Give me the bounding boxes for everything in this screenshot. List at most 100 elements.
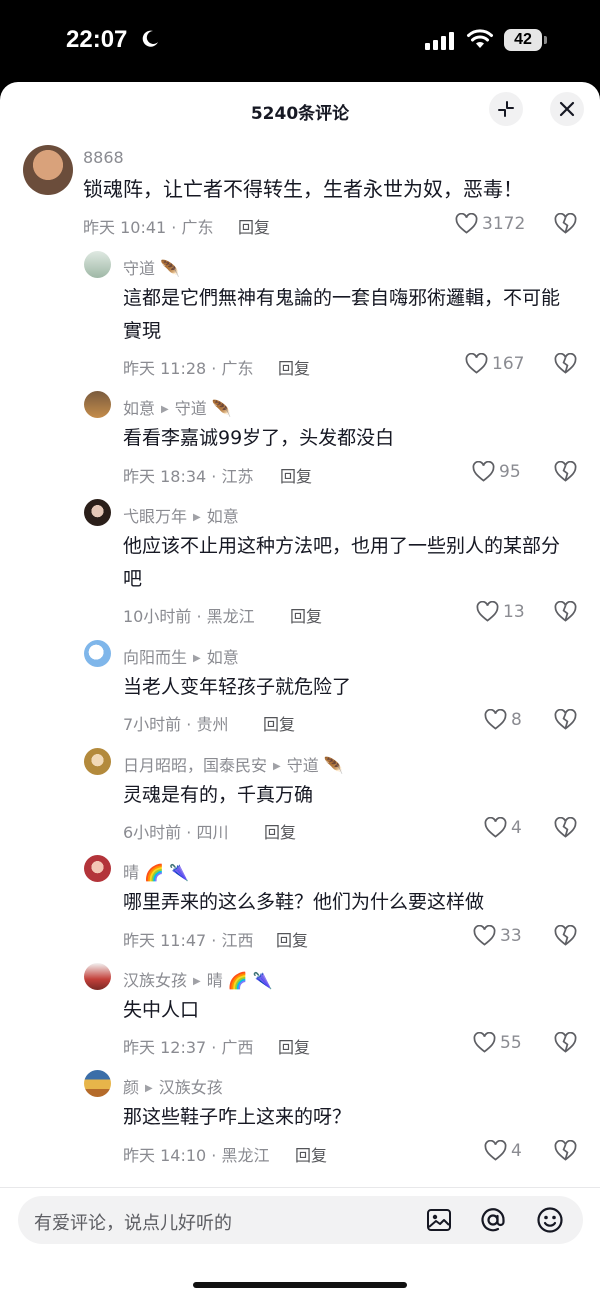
reply-button[interactable]: 回复 [238,214,270,238]
avatar[interactable] [84,963,111,990]
broken-heart-icon[interactable] [554,601,577,622]
like-button[interactable]: 13 [476,600,525,622]
username-text: 如意 [123,399,156,418]
broken-heart-icon[interactable] [554,353,577,374]
reply-username[interactable]: 弋眼万年 ▶ 如意 [123,503,239,527]
reply-username[interactable]: 如意 ▶ 守道 🪶 [123,395,232,419]
like-count: 3172 [482,214,526,234]
like-count: 8 [511,710,522,730]
status-bar: 22:07 42 [0,0,600,82]
comment-username[interactable]: 8868 [83,148,124,167]
at-icon[interactable] [479,1206,507,1234]
like-count: 4 [511,818,522,838]
heart-icon [455,212,478,234]
avatar[interactable] [84,640,111,667]
comment-item: 8868 锁魂阵，让亡者不得转生，生者永世为奴，恶毒！ 昨天 10:41 · 广… [0,82,600,252]
comment-input-placeholder: 有爱评论，说点儿好听的 [34,1213,232,1234]
status-time: 22:07 [66,26,128,53]
reply-button[interactable]: 回复 [263,711,295,735]
reply-arrow-icon: ▶ [273,761,281,772]
heart-icon [476,600,499,622]
reply-username[interactable]: 汉族女孩 ▶ 晴 🌈 🌂 [123,967,273,991]
feather-badge-icon: 🪶 [211,399,232,418]
reply-button[interactable]: 回复 [278,355,310,379]
reply-target: 晴 [206,971,223,990]
reply-meta: 昨天 11:28 · 广东 [123,359,254,378]
like-button[interactable]: 4 [484,1139,522,1161]
avatar[interactable] [84,391,111,418]
comment-input[interactable]: 有爱评论，说点儿好听的 [18,1196,583,1244]
reply-text: 那这些鞋子咋上这来的呀？ [123,1106,352,1128]
comment-text: 锁魂阵，让亡者不得转生，生者永世为奴，恶毒！ [83,177,523,201]
reply-button[interactable]: 回复 [280,463,312,487]
reply-button[interactable]: 回复 [276,927,308,951]
like-button[interactable]: 4 [484,816,522,838]
broken-heart-icon[interactable] [554,709,577,730]
reply-arrow-icon: ▶ [145,1083,153,1094]
feather-badge-icon: 🪶 [160,259,181,278]
umbrella-icon: 🌂 [252,971,273,990]
emoji-icon[interactable] [536,1206,564,1234]
cellular-signal-icon [425,32,454,50]
reply-button[interactable]: 回复 [290,603,322,627]
reply-username[interactable]: 守道 🪶 [123,255,180,279]
username-text: 向阳而生 [123,648,188,667]
reply-username[interactable]: 日月昭昭，国泰民安 ▶ 守道 🪶 [123,752,344,776]
reply-target: 汉族女孩 [158,1078,223,1097]
comment-meta: 昨天 10:41 · 广东 [83,218,214,237]
reply-meta: 昨天 11:47 · 江西 [123,931,254,950]
heart-icon [473,1031,496,1053]
avatar[interactable] [84,855,111,882]
reply-target: 如意 [206,648,239,667]
home-indicator [193,1282,407,1288]
like-button[interactable]: 167 [465,352,525,374]
feather-badge-icon: 🪶 [323,756,344,775]
broken-heart-icon[interactable] [554,461,577,482]
like-button[interactable]: 95 [472,460,521,482]
input-divider [0,1187,600,1188]
like-count: 95 [499,462,521,482]
rainbow-icon: 🌈 [144,863,165,882]
like-count: 33 [500,926,522,946]
heart-icon [473,924,496,946]
reply-meta: 7小时前 · 贵州 [123,715,229,734]
username-text: 汉族女孩 [123,971,188,990]
reply-meta: 昨天 12:37 · 广西 [123,1038,254,1057]
avatar[interactable] [23,145,73,195]
image-icon[interactable] [425,1206,453,1234]
username-text: 日月昭昭，国泰民安 [123,756,268,775]
reply-username[interactable]: 向阳而生 ▶ 如意 [123,644,239,668]
like-button[interactable]: 8 [484,708,522,730]
broken-heart-icon[interactable] [554,1140,577,1161]
heart-icon [484,1139,507,1161]
reply-button[interactable]: 回复 [278,1034,310,1058]
like-count: 4 [511,1141,522,1161]
username-text: 守道 [123,259,156,278]
reply-arrow-icon: ▶ [193,512,201,523]
like-button[interactable]: 55 [473,1031,522,1053]
broken-heart-icon[interactable] [554,817,577,838]
avatar[interactable] [84,251,111,278]
broken-heart-icon[interactable] [554,213,577,234]
avatar[interactable] [84,499,111,526]
reply-username[interactable]: 颜 ▶ 汉族女孩 [123,1074,223,1098]
battery-tip [544,36,547,44]
like-count: 13 [503,602,525,622]
broken-heart-icon[interactable] [554,1032,577,1053]
reply-meta: 昨天 14:10 · 黑龙江 [123,1146,270,1165]
reply-text: 当老人变年轻孩子就危险了 [123,676,352,698]
avatar[interactable] [84,748,111,775]
reply-meta: 10小时前 · 黑龙江 [123,607,255,626]
broken-heart-icon[interactable] [554,925,577,946]
avatar[interactable] [84,1070,111,1097]
reply-arrow-icon: ▶ [161,404,169,415]
like-button[interactable]: 33 [473,924,522,946]
username-text: 颜 [123,1078,140,1097]
reply-text: 灵魂是有的，千真万确 [123,784,314,806]
reply-button[interactable]: 回复 [264,819,296,843]
reply-button[interactable]: 回复 [295,1142,327,1166]
reply-text: 失中人口 [123,999,200,1021]
like-button[interactable]: 3172 [455,212,526,234]
like-count: 167 [492,354,525,374]
reply-username[interactable]: 晴 🌈 🌂 [123,859,189,883]
